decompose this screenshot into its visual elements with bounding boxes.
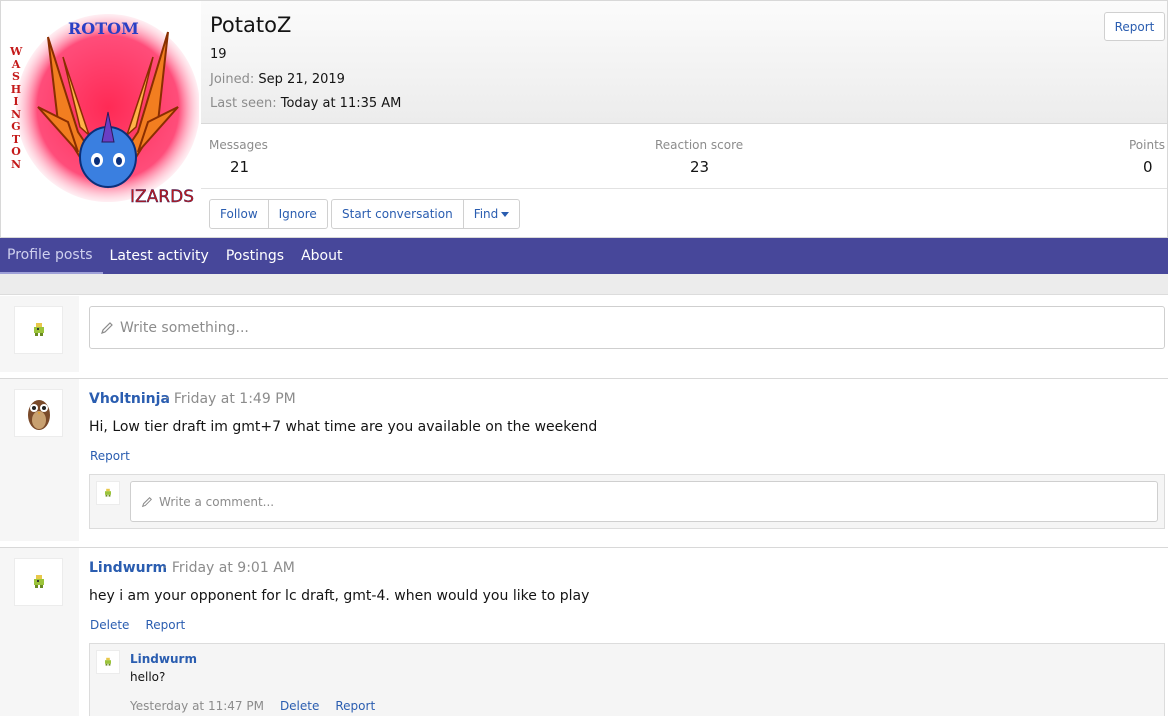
write-something-placeholder: Write something... (120, 319, 249, 336)
last-seen-label: Last seen: (210, 96, 277, 111)
profile-avatar[interactable]: ROTOM IZARDS WASHINGTON (8, 12, 199, 204)
comment-time[interactable]: Yesterday at 11:47 PM (130, 699, 264, 713)
post-author-avatar[interactable] (14, 389, 63, 437)
comment-body: hello? (130, 670, 166, 684)
comment-report-link[interactable]: Report (335, 699, 375, 713)
reaction-score-value[interactable]: 23 (690, 158, 709, 176)
comment-area: Write a comment... (89, 474, 1165, 529)
tab-profile-posts[interactable]: Profile posts (0, 238, 103, 274)
messages-label: Messages (209, 138, 268, 152)
post-actions: Delete Report (90, 618, 185, 632)
rotom-avatar-image: ROTOM IZARDS (8, 12, 199, 204)
delete-link[interactable]: Delete (90, 618, 129, 632)
profile-username: PotatoZ (210, 13, 292, 37)
tab-latest-activity[interactable]: Latest activity (103, 238, 219, 274)
post-body: hey i am your opponent for lc draft, gmt… (89, 588, 590, 604)
current-user-avatar-small (96, 481, 120, 505)
pencil-icon (101, 321, 113, 334)
profile-tabs: Profile posts Latest activity Postings A… (0, 238, 1168, 274)
joined-label: Joined: (210, 72, 255, 87)
stats-divider (201, 188, 1167, 189)
tab-postings[interactable]: Postings (219, 238, 294, 274)
post-time[interactable]: · Friday at 1:49 PM (165, 391, 296, 407)
post-author-avatar[interactable] (14, 558, 63, 606)
profile-user-title: 19 (210, 47, 227, 62)
post-actions: Report (90, 449, 130, 463)
joined-value: Sep 21, 2019 (258, 72, 345, 87)
comment-delete-link[interactable]: Delete (280, 699, 319, 713)
pencil-icon (141, 496, 153, 507)
tabs-spacer (0, 274, 1168, 295)
comment-area: Lindwurm hello? Yesterday at 11:47 PM De… (89, 643, 1165, 716)
profile-header: ROTOM IZARDS WASHINGTON PotatoZ 19 Joine… (0, 0, 1168, 238)
comment-author-avatar[interactable] (96, 650, 120, 674)
post-body: Hi, Low tier draft im gmt+7 what time ar… (89, 419, 598, 435)
tab-about[interactable]: About (294, 238, 352, 274)
report-link[interactable]: Report (90, 449, 130, 463)
write-comment-input[interactable]: Write a comment... (130, 481, 1158, 522)
points-value[interactable]: 0 (1143, 158, 1153, 176)
profile-post: Lindwurm · Friday at 9:01 AM hey i am yo… (0, 547, 1168, 716)
post-time[interactable]: · Friday at 9:01 AM (163, 560, 295, 576)
pokemon-sprite-icon (105, 657, 111, 666)
find-label: Find (473, 207, 499, 221)
comment-author-link[interactable]: Lindwurm (130, 652, 197, 666)
pokemon-sprite-icon (33, 323, 44, 336)
messages-value[interactable]: 21 (230, 158, 249, 176)
write-something-input[interactable]: Write something... (89, 306, 1165, 349)
pokemon-sprite-icon (33, 575, 44, 588)
points-label: Points (1129, 138, 1166, 152)
profile-report-button[interactable]: Report (1104, 12, 1165, 41)
reaction-score-label: Reaction score (655, 138, 744, 152)
write-comment-placeholder: Write a comment... (159, 494, 275, 509)
comment-actions: Yesterday at 11:47 PM Delete Report (130, 699, 375, 713)
profile-last-seen: Last seen: Today at 11:35 AM (210, 96, 401, 111)
post-author-link[interactable]: Lindwurm (89, 560, 167, 576)
avatar-side-text: WASHINGTON (10, 45, 23, 171)
svg-text:IZARDS: IZARDS (130, 187, 194, 204)
post-author-link[interactable]: Vholtninja (89, 391, 170, 407)
profile-post: Vholtninja · Friday at 1:49 PM Hi, Low t… (0, 378, 1168, 541)
owl-avatar-icon (27, 400, 50, 430)
follow-button[interactable]: Follow (210, 200, 269, 228)
report-link[interactable]: Report (145, 618, 185, 632)
svg-text:ROTOM: ROTOM (68, 19, 139, 38)
follow-ignore-group: Follow Ignore (209, 199, 328, 229)
current-user-avatar (14, 306, 63, 354)
find-dropdown-button[interactable]: Find (464, 200, 520, 228)
start-conversation-button[interactable]: Start conversation (332, 200, 464, 228)
ignore-button[interactable]: Ignore (269, 200, 327, 228)
pokemon-sprite-icon (105, 488, 111, 497)
conversation-find-group: Start conversation Find (331, 199, 521, 229)
last-seen-value: Today at 11:35 AM (280, 96, 402, 111)
profile-post-composer: Write something... (0, 296, 1168, 372)
caret-down-icon (501, 211, 510, 217)
profile-joined: Joined: Sep 21, 2019 (210, 72, 345, 87)
